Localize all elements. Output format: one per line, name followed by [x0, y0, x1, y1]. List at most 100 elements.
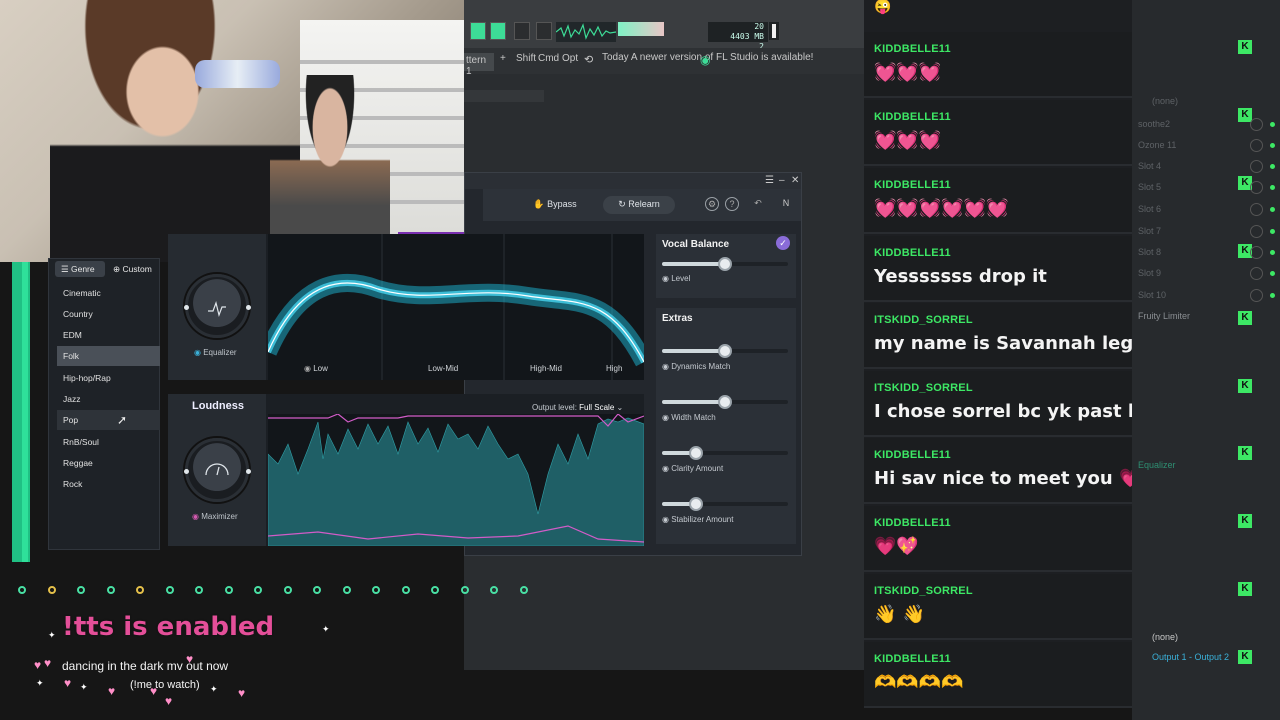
- chat-message: ITSKIDD_SORREL I chose sorrel bc yk past …: [864, 371, 1152, 437]
- shift-button[interactable]: Shift: [516, 53, 536, 64]
- genre-item[interactable]: RnB/Soul: [57, 432, 160, 452]
- output-route-label[interactable]: Output 1 - Output 2: [1152, 652, 1229, 662]
- settings-icon[interactable]: ⚙: [705, 197, 719, 211]
- mixer-slot[interactable]: soothe2: [1138, 119, 1170, 129]
- update-icon[interactable]: ◉: [700, 53, 710, 67]
- genre-item[interactable]: Hip-hop/Rap: [57, 368, 160, 388]
- slider-thumb[interactable]: [718, 395, 732, 409]
- mixer-slot[interactable]: Slot 5: [1138, 182, 1161, 192]
- genre-item[interactable]: EDM: [57, 325, 160, 345]
- chat-username[interactable]: KIDDBELLE11: [874, 653, 951, 665]
- insert-knob[interactable]: [460, 586, 469, 594]
- genre-item[interactable]: Jazz: [57, 389, 160, 409]
- slot-toggle[interactable]: [1250, 225, 1263, 238]
- tempo-button[interactable]: [514, 22, 530, 40]
- chat-username[interactable]: KIDDBELLE11: [874, 247, 951, 259]
- metronome-button[interactable]: [536, 22, 552, 40]
- slot-toggle[interactable]: [1250, 181, 1263, 194]
- equalizer-knob[interactable]: [185, 274, 249, 338]
- chat-username[interactable]: KIDDBELLE11: [874, 517, 951, 529]
- vocal-balance-checkbox[interactable]: ✓: [776, 236, 790, 250]
- dynamics-match-slider[interactable]: [662, 344, 788, 358]
- sparkle-icon: ✦: [80, 682, 88, 692]
- insert-knob[interactable]: [224, 586, 233, 594]
- insert-knob[interactable]: [519, 586, 528, 594]
- genre-item[interactable]: Cinematic: [57, 283, 160, 303]
- mixer-slot[interactable]: Slot 7: [1138, 226, 1161, 236]
- mixer-slot[interactable]: Slot 4: [1138, 161, 1161, 171]
- slot-toggle[interactable]: [1250, 289, 1263, 302]
- chat-username[interactable]: ITSKIDD_SORREL: [874, 585, 973, 597]
- chat-username[interactable]: KIDDBELLE11: [874, 111, 951, 123]
- tab-custom[interactable]: ⊕ Custom: [109, 261, 159, 277]
- insert-knob[interactable]: [401, 586, 410, 594]
- mixer-slot[interactable]: Slot 8: [1138, 247, 1161, 257]
- slot-none-label[interactable]: (none): [1152, 96, 1178, 106]
- output-level-select[interactable]: Output level: Full Scale ⌄: [532, 403, 623, 412]
- slot-toggle[interactable]: [1250, 246, 1263, 259]
- insert-knob[interactable]: [165, 586, 174, 594]
- help-icon[interactable]: ?: [725, 197, 739, 211]
- level-slider-thumb[interactable]: [718, 257, 732, 271]
- insert-knob[interactable]: [372, 586, 380, 594]
- slider-thumb[interactable]: [718, 344, 732, 358]
- add-pattern-button[interactable]: +: [500, 53, 506, 64]
- menu-icon[interactable]: ☰: [765, 175, 774, 186]
- insert-knob[interactable]: [18, 586, 26, 594]
- clarity-amount-slider[interactable]: [662, 446, 788, 460]
- chat-username[interactable]: ITSKIDD_SORREL: [874, 314, 973, 326]
- undo-icon[interactable]: ↶: [751, 197, 765, 211]
- eq-curve-graph[interactable]: ◉ Low Low-Mid High-Mid High: [268, 234, 644, 380]
- close-icon[interactable]: ✕: [791, 175, 799, 186]
- mixer-slot[interactable]: Ozone 11: [1138, 140, 1176, 150]
- power-icon: ◉: [304, 364, 314, 373]
- genre-item-selected[interactable]: Folk: [57, 346, 160, 366]
- insert-knob[interactable]: [342, 586, 351, 594]
- width-match-slider[interactable]: [662, 395, 788, 409]
- insert-knob[interactable]: [106, 586, 115, 594]
- pattern-selector[interactable]: ttern 1: [464, 53, 494, 77]
- mixer-slot[interactable]: Slot 6: [1138, 204, 1161, 214]
- chat-username[interactable]: KIDDBELLE11: [874, 449, 951, 461]
- song-mode-toggle[interactable]: [490, 22, 506, 40]
- slot-toggle[interactable]: [1250, 118, 1263, 131]
- slot-toggle[interactable]: [1250, 139, 1263, 152]
- insert-knob[interactable]: [490, 586, 498, 594]
- insert-knob[interactable]: [47, 586, 56, 594]
- slot-toggle[interactable]: [1250, 203, 1263, 216]
- stabilizer-amount-slider[interactable]: [662, 497, 788, 511]
- chat-username[interactable]: KIDDBELLE11: [874, 179, 951, 191]
- relearn-button[interactable]: ↻ Relearn: [603, 196, 675, 214]
- tab-genre[interactable]: ☰ Genre: [55, 261, 105, 277]
- maximizer-knob[interactable]: [185, 438, 249, 502]
- opt-button[interactable]: Opt: [562, 53, 578, 64]
- cmd-button[interactable]: Cmd: [538, 53, 559, 64]
- insert-knob[interactable]: [431, 586, 439, 594]
- insert-knob[interactable]: [195, 586, 203, 594]
- genre-item[interactable]: Reggae: [57, 453, 160, 473]
- genre-item[interactable]: Rock: [57, 474, 160, 494]
- minimize-icon[interactable]: –: [779, 175, 785, 186]
- slider-thumb[interactable]: [689, 446, 704, 460]
- insert-knob[interactable]: [313, 586, 321, 594]
- genre-item[interactable]: Country: [57, 304, 160, 324]
- bypass-button[interactable]: ✋ Bypass: [525, 196, 585, 214]
- genre-item[interactable]: Pop: [57, 410, 160, 430]
- mixer-slot[interactable]: Slot 9: [1138, 268, 1161, 278]
- route-none-label[interactable]: (none): [1152, 632, 1178, 642]
- chat-username[interactable]: KIDDBELLE11: [874, 43, 951, 55]
- record-toggle[interactable]: [470, 22, 486, 40]
- insert-knob[interactable]: [254, 586, 262, 594]
- insert-knob[interactable]: [283, 586, 292, 594]
- k-badge-icon: K: [1238, 650, 1252, 664]
- insert-knob[interactable]: [136, 586, 144, 594]
- chat-username[interactable]: ITSKIDD_SORREL: [874, 382, 973, 394]
- level-slider[interactable]: [662, 257, 788, 271]
- mixer-slot-fruity-limiter[interactable]: Fruity Limiter: [1138, 311, 1190, 321]
- slider-thumb[interactable]: [689, 497, 704, 511]
- slot-toggle[interactable]: [1250, 267, 1263, 280]
- vocal-balance-module: Vocal Balance ✓ ◉ Level: [656, 234, 796, 298]
- insert-knob[interactable]: [77, 586, 85, 594]
- slot-toggle[interactable]: [1250, 160, 1263, 173]
- mixer-slot[interactable]: Slot 10: [1138, 290, 1166, 300]
